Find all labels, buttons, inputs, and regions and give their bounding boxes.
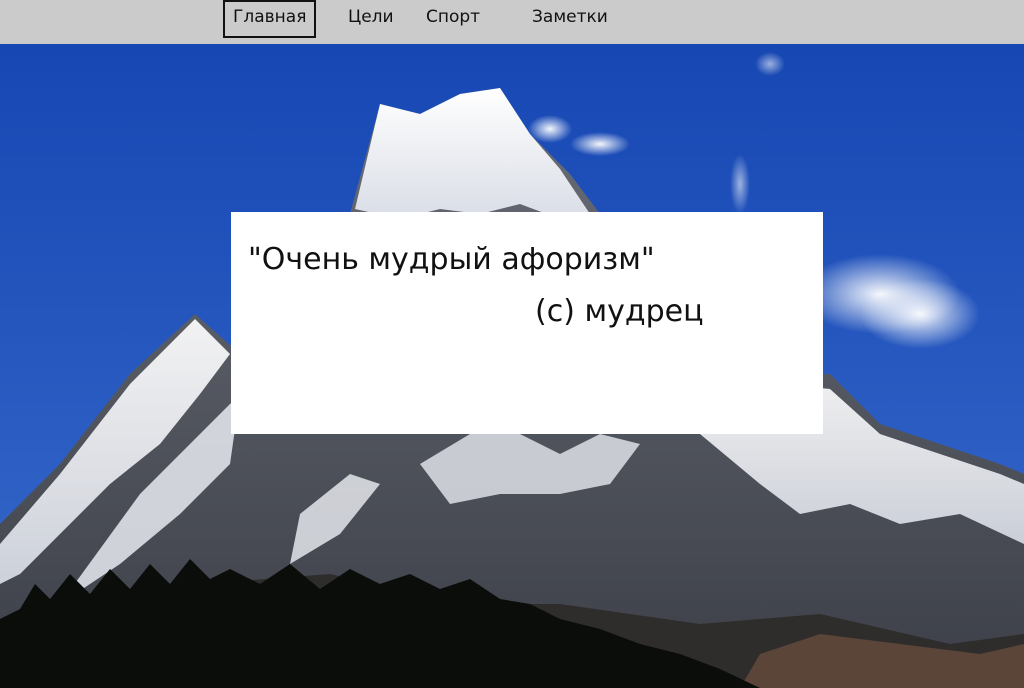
nav-item-notes[interactable]: Заметки: [532, 2, 608, 40]
top-navbar: Главная Цели Спорт Заметки: [0, 0, 1024, 44]
nav-item-sport[interactable]: Спорт: [426, 2, 480, 40]
quote-text: "Очень мудрый афоризм": [248, 242, 655, 277]
quote-card: "Очень мудрый афоризм" (с) мудрец: [231, 212, 823, 434]
page: Главная Цели Спорт Заметки "Очень мудрый…: [0, 0, 1024, 688]
nav-item-goals[interactable]: Цели: [348, 2, 394, 40]
nav-item-home[interactable]: Главная: [223, 0, 317, 38]
quote-author: (с) мудрец: [535, 294, 704, 329]
